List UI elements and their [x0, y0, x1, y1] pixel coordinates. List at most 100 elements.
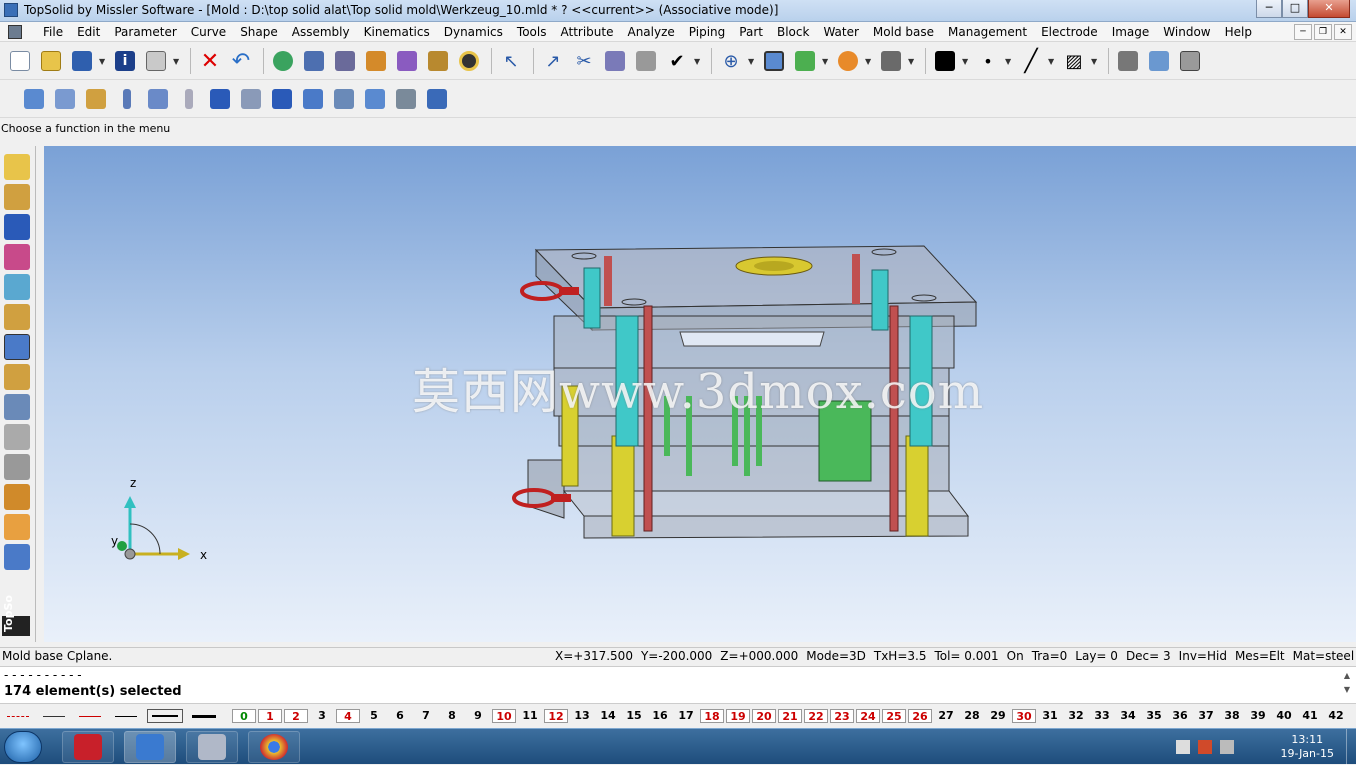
layer-button-30[interactable]: 30: [1012, 709, 1036, 723]
command-scroll-icon[interactable]: ▲ ▼: [1344, 669, 1350, 697]
layer-button-33[interactable]: 33: [1090, 709, 1114, 723]
menu-item-piping[interactable]: Piping: [682, 24, 732, 40]
layer-button-29[interactable]: 29: [986, 709, 1010, 723]
zoom-dropdown-icon[interactable]: ▼: [748, 57, 756, 66]
layer-button-31[interactable]: 31: [1038, 709, 1062, 723]
curve-tool-icon[interactable]: [4, 184, 30, 210]
open-folder-icon[interactable]: [37, 47, 65, 75]
layer-button-24[interactable]: 24: [856, 709, 880, 723]
hatch-icon[interactable]: ▨: [1060, 47, 1088, 75]
hook-icon[interactable]: [632, 47, 660, 75]
taskbar-calculator-icon[interactable]: [186, 731, 238, 763]
layer-button-14[interactable]: 14: [596, 709, 620, 723]
select-arrow-icon[interactable]: ↖: [497, 47, 525, 75]
check-dropdown-icon[interactable]: ▼: [694, 57, 702, 66]
hatch-dropdown-icon[interactable]: ▼: [1091, 57, 1099, 66]
layer-button-6[interactable]: 6: [388, 709, 412, 723]
layer-button-10[interactable]: 10: [492, 709, 516, 723]
extrude-icon[interactable]: [20, 85, 48, 113]
line-bold-icon[interactable]: [189, 710, 219, 722]
slider-icon[interactable]: [299, 85, 327, 113]
color-swatch-icon[interactable]: [931, 47, 959, 75]
surface-icon[interactable]: [4, 244, 30, 270]
layer-button-1[interactable]: 1: [258, 709, 282, 723]
command-area[interactable]: - - - - - - - - - - 174 element(s) selec…: [0, 666, 1356, 704]
menu-item-help[interactable]: Help: [1218, 24, 1259, 40]
tools-icon[interactable]: [424, 47, 452, 75]
layer-button-17[interactable]: 17: [674, 709, 698, 723]
document-icon[interactable]: [8, 25, 22, 39]
camera-icon[interactable]: [1114, 47, 1142, 75]
layer-button-27[interactable]: 27: [934, 709, 958, 723]
delete-icon[interactable]: ✕: [196, 47, 224, 75]
assembly-icon[interactable]: [393, 47, 421, 75]
layer-button-0[interactable]: 0: [232, 709, 256, 723]
layer-button-40[interactable]: 40: [1272, 709, 1296, 723]
drafting-icon[interactable]: [4, 304, 30, 330]
lifter-icon[interactable]: [361, 85, 389, 113]
taskbar-solidworks-icon[interactable]: [62, 731, 114, 763]
sweep-icon[interactable]: [4, 274, 30, 300]
pocket-icon[interactable]: [144, 85, 172, 113]
electrode-icon[interactable]: [4, 484, 30, 510]
taskbar-topsolid-icon[interactable]: [124, 731, 176, 763]
component-icon[interactable]: [4, 364, 30, 390]
menu-item-management[interactable]: Management: [941, 24, 1034, 40]
layer-button-25[interactable]: 25: [882, 709, 906, 723]
layer-button-11[interactable]: 11: [518, 709, 542, 723]
network-icon[interactable]: [1220, 740, 1234, 754]
layer-button-20[interactable]: 20: [752, 709, 776, 723]
solid-box-icon[interactable]: [268, 85, 296, 113]
line-red-icon[interactable]: [75, 710, 105, 722]
refresh-icon[interactable]: [269, 47, 297, 75]
insert-icon[interactable]: [330, 85, 358, 113]
cooling-icon[interactable]: [4, 544, 30, 570]
rotate-dropdown-icon[interactable]: ▼: [865, 57, 873, 66]
sketch-pencil-icon[interactable]: [4, 154, 30, 180]
layer-button-26[interactable]: 26: [908, 709, 932, 723]
core-icon[interactable]: [392, 85, 420, 113]
layer-button-22[interactable]: 22: [804, 709, 828, 723]
layer-button-19[interactable]: 19: [726, 709, 750, 723]
layer-button-2[interactable]: 2: [284, 709, 308, 723]
layer-button-39[interactable]: 39: [1246, 709, 1270, 723]
maximize-button[interactable]: □: [1282, 0, 1308, 18]
menu-item-block[interactable]: Block: [770, 24, 816, 40]
layer-button-3[interactable]: 3: [310, 709, 334, 723]
minimize-button[interactable]: ─: [1256, 0, 1282, 18]
menu-item-kinematics[interactable]: Kinematics: [357, 24, 437, 40]
color-dropdown-icon[interactable]: ▼: [962, 57, 970, 66]
revolve-icon[interactable]: [51, 85, 79, 113]
layer-button-9[interactable]: 9: [466, 709, 490, 723]
print-dropdown-icon[interactable]: ▼: [173, 57, 181, 66]
menu-item-mold-base[interactable]: Mold base: [866, 24, 941, 40]
box-view-icon[interactable]: [1176, 47, 1204, 75]
layer-button-38[interactable]: 38: [1220, 709, 1244, 723]
menu-item-part[interactable]: Part: [732, 24, 770, 40]
menu-item-image[interactable]: Image: [1105, 24, 1157, 40]
layer-button-16[interactable]: 16: [648, 709, 672, 723]
menu-item-file[interactable]: File: [36, 24, 70, 40]
rotate-view-icon[interactable]: [834, 47, 862, 75]
layer-button-34[interactable]: 34: [1116, 709, 1140, 723]
punch-icon[interactable]: [4, 454, 30, 480]
line-thick-selected-icon[interactable]: [147, 709, 183, 723]
cylinder-icon[interactable]: [113, 85, 141, 113]
layer-button-12[interactable]: 12: [544, 709, 568, 723]
line-dashed-red-icon[interactable]: [3, 710, 33, 722]
layer-button-23[interactable]: 23: [830, 709, 854, 723]
layer-button-4[interactable]: 4: [336, 709, 360, 723]
layer-button-35[interactable]: 35: [1142, 709, 1166, 723]
layer-button-41[interactable]: 41: [1298, 709, 1322, 723]
menu-item-shape[interactable]: Shape: [233, 24, 285, 40]
view-direction-icon[interactable]: [791, 47, 819, 75]
clock[interactable]: 13:11 19-Jan-15: [1280, 733, 1334, 761]
menu-item-electrode[interactable]: Electrode: [1034, 24, 1105, 40]
doc-close-button[interactable]: ✕: [1334, 24, 1352, 40]
line-style-icon[interactable]: ╱: [1017, 47, 1045, 75]
layer-button-21[interactable]: 21: [778, 709, 802, 723]
menu-item-tools[interactable]: Tools: [510, 24, 554, 40]
save-icon[interactable]: [68, 47, 96, 75]
menu-item-water[interactable]: Water: [816, 24, 865, 40]
menu-item-attribute[interactable]: Attribute: [553, 24, 620, 40]
